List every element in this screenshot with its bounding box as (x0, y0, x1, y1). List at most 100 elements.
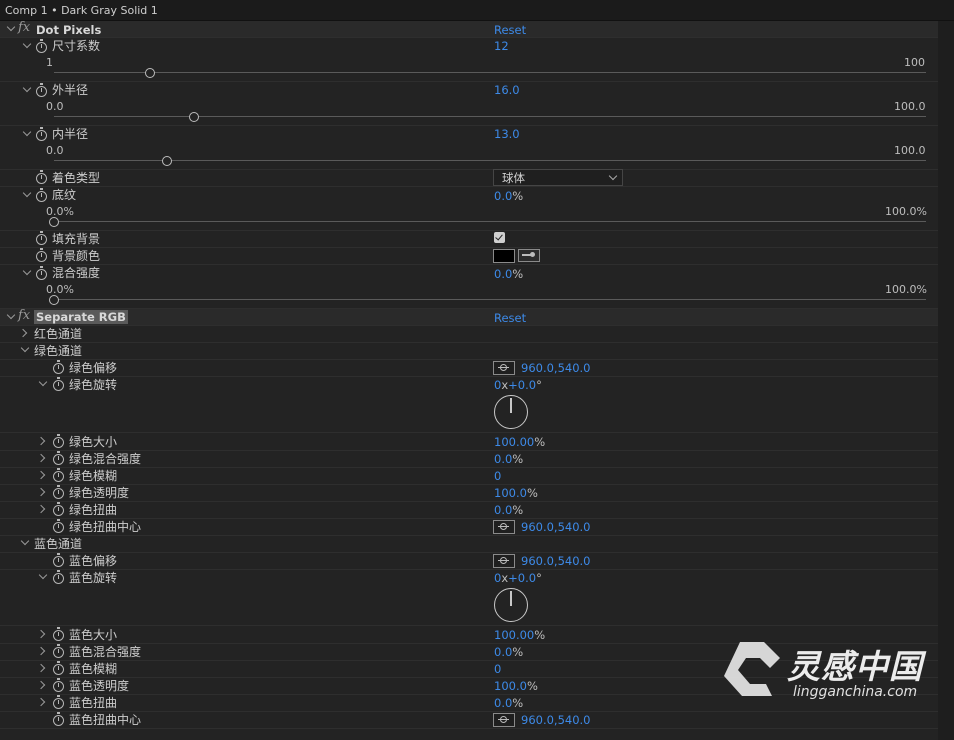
chevron-down-icon[interactable] (22, 266, 32, 276)
fill-background-checkbox[interactable] (494, 232, 505, 243)
crosshair-icon[interactable] (493, 361, 515, 375)
property-value[interactable]: 12 (494, 39, 509, 53)
chevron-down-icon[interactable] (38, 570, 48, 580)
stopwatch-icon[interactable] (53, 570, 64, 584)
stopwatch-icon[interactable] (53, 644, 64, 658)
slider-thumb[interactable] (162, 156, 173, 166)
slider-track[interactable] (54, 72, 926, 73)
scrollbar[interactable] (938, 21, 954, 740)
property-value[interactable]: 0.0% (494, 696, 523, 710)
fx-icon[interactable]: fx (18, 308, 30, 323)
chevron-down-icon[interactable] (20, 343, 30, 353)
chevron-down-icon[interactable] (38, 377, 48, 387)
chevron-right-icon[interactable] (36, 470, 46, 480)
property-row-green-size: 绿色大小 100.00% (0, 433, 938, 451)
slider-track[interactable] (54, 299, 926, 300)
fx-icon[interactable]: fx (18, 20, 30, 35)
slider-thumb[interactable] (49, 217, 59, 227)
stopwatch-icon[interactable] (53, 678, 64, 692)
group-row-red-channel[interactable]: 红色通道 (0, 325, 938, 343)
stopwatch-icon[interactable] (53, 553, 64, 567)
stopwatch-icon[interactable] (53, 519, 64, 533)
stopwatch-icon[interactable] (36, 188, 47, 202)
stopwatch-icon[interactable] (36, 248, 47, 262)
group-row-blue-channel[interactable]: 蓝色通道 (0, 535, 938, 553)
property-value[interactable]: 100.0% (494, 679, 538, 693)
chevron-right-icon[interactable] (36, 697, 46, 707)
slider-thumb[interactable] (49, 295, 59, 305)
property-value[interactable]: 100.0% (494, 486, 538, 500)
stopwatch-icon[interactable] (53, 712, 64, 726)
stopwatch-icon[interactable] (53, 468, 64, 482)
crosshair-icon[interactable] (493, 713, 515, 727)
chevron-right-icon[interactable] (36, 504, 46, 514)
slider-thumb[interactable] (144, 68, 155, 78)
property-value[interactable]: 100.00% (494, 628, 545, 642)
property-value[interactable]: 0 (494, 662, 501, 676)
chevron-down-icon[interactable] (6, 22, 16, 32)
effect-header-separate-rgb[interactable]: fx Separate RGB Reset (0, 308, 938, 326)
property-value[interactable]: 0 (494, 469, 501, 483)
stopwatch-icon[interactable] (53, 434, 64, 448)
stopwatch-icon[interactable] (36, 39, 47, 53)
property-value[interactable]: 960.0,540.0 (521, 713, 591, 727)
property-value[interactable]: 16.0 (494, 83, 520, 97)
stopwatch-icon[interactable] (36, 266, 47, 280)
chevron-right-icon[interactable] (36, 663, 46, 673)
chevron-down-icon[interactable] (22, 188, 32, 198)
property-label: 底纹 (52, 188, 77, 202)
crosshair-icon[interactable] (493, 554, 515, 568)
rotation-dial[interactable] (494, 395, 528, 429)
shading-type-dropdown[interactable]: 球体 (493, 169, 623, 186)
chevron-down-icon[interactable] (22, 39, 32, 49)
eyedropper-icon[interactable] (518, 249, 540, 262)
chevron-down-icon[interactable] (20, 536, 30, 546)
slider-track[interactable] (54, 160, 926, 161)
chevron-right-icon[interactable] (36, 436, 46, 446)
chevron-down-icon[interactable] (6, 310, 16, 320)
chevron-right-icon[interactable] (36, 680, 46, 690)
stopwatch-icon[interactable] (36, 170, 47, 184)
chevron-right-icon[interactable] (36, 646, 46, 656)
stopwatch-icon[interactable] (53, 661, 64, 675)
rotation-dial[interactable] (494, 588, 528, 622)
property-value[interactable]: 0.0% (494, 452, 523, 466)
chevron-right-icon[interactable] (36, 453, 46, 463)
property-value[interactable]: 100.00% (494, 435, 545, 449)
rotation-value[interactable]: 0x+0.0° (494, 571, 542, 585)
rotation-value[interactable]: 0x+0.0° (494, 378, 542, 392)
slider-track[interactable] (54, 116, 926, 117)
chevron-down-icon[interactable] (22, 83, 32, 93)
group-row-green-channel[interactable]: 绿色通道 (0, 342, 938, 360)
effect-header-dot-pixels[interactable]: fx Dot Pixels Reset (0, 20, 938, 38)
slider-track[interactable] (54, 221, 926, 222)
property-value[interactable]: 0.0% (494, 267, 523, 281)
slider-thumb[interactable] (188, 112, 199, 122)
color-swatch[interactable] (493, 249, 515, 263)
property-value[interactable]: 0.0% (494, 645, 523, 659)
chevron-down-icon[interactable] (22, 127, 32, 137)
stopwatch-icon[interactable] (53, 377, 64, 391)
stopwatch-icon[interactable] (53, 451, 64, 465)
reset-link[interactable]: Reset (494, 311, 526, 325)
chevron-right-icon[interactable] (36, 629, 46, 639)
property-value[interactable]: 13.0 (494, 127, 520, 141)
property-value[interactable]: 960.0,540.0 (521, 520, 591, 534)
property-row-green-offset: 绿色偏移 960.0,540.0 (0, 359, 938, 377)
stopwatch-icon[interactable] (36, 127, 47, 141)
stopwatch-icon[interactable] (53, 627, 64, 641)
property-value[interactable]: 0.0% (494, 503, 523, 517)
property-value[interactable]: 960.0,540.0 (521, 554, 591, 568)
stopwatch-icon[interactable] (36, 231, 47, 245)
property-value[interactable]: 960.0,540.0 (521, 361, 591, 375)
stopwatch-icon[interactable] (53, 502, 64, 516)
crosshair-icon[interactable] (493, 520, 515, 534)
stopwatch-icon[interactable] (36, 83, 47, 97)
stopwatch-icon[interactable] (53, 695, 64, 709)
stopwatch-icon[interactable] (53, 360, 64, 374)
stopwatch-icon[interactable] (53, 485, 64, 499)
chevron-right-icon[interactable] (36, 487, 46, 497)
property-value[interactable]: 0.0% (494, 189, 523, 203)
reset-link[interactable]: Reset (494, 23, 526, 37)
chevron-right-icon[interactable] (18, 328, 28, 338)
